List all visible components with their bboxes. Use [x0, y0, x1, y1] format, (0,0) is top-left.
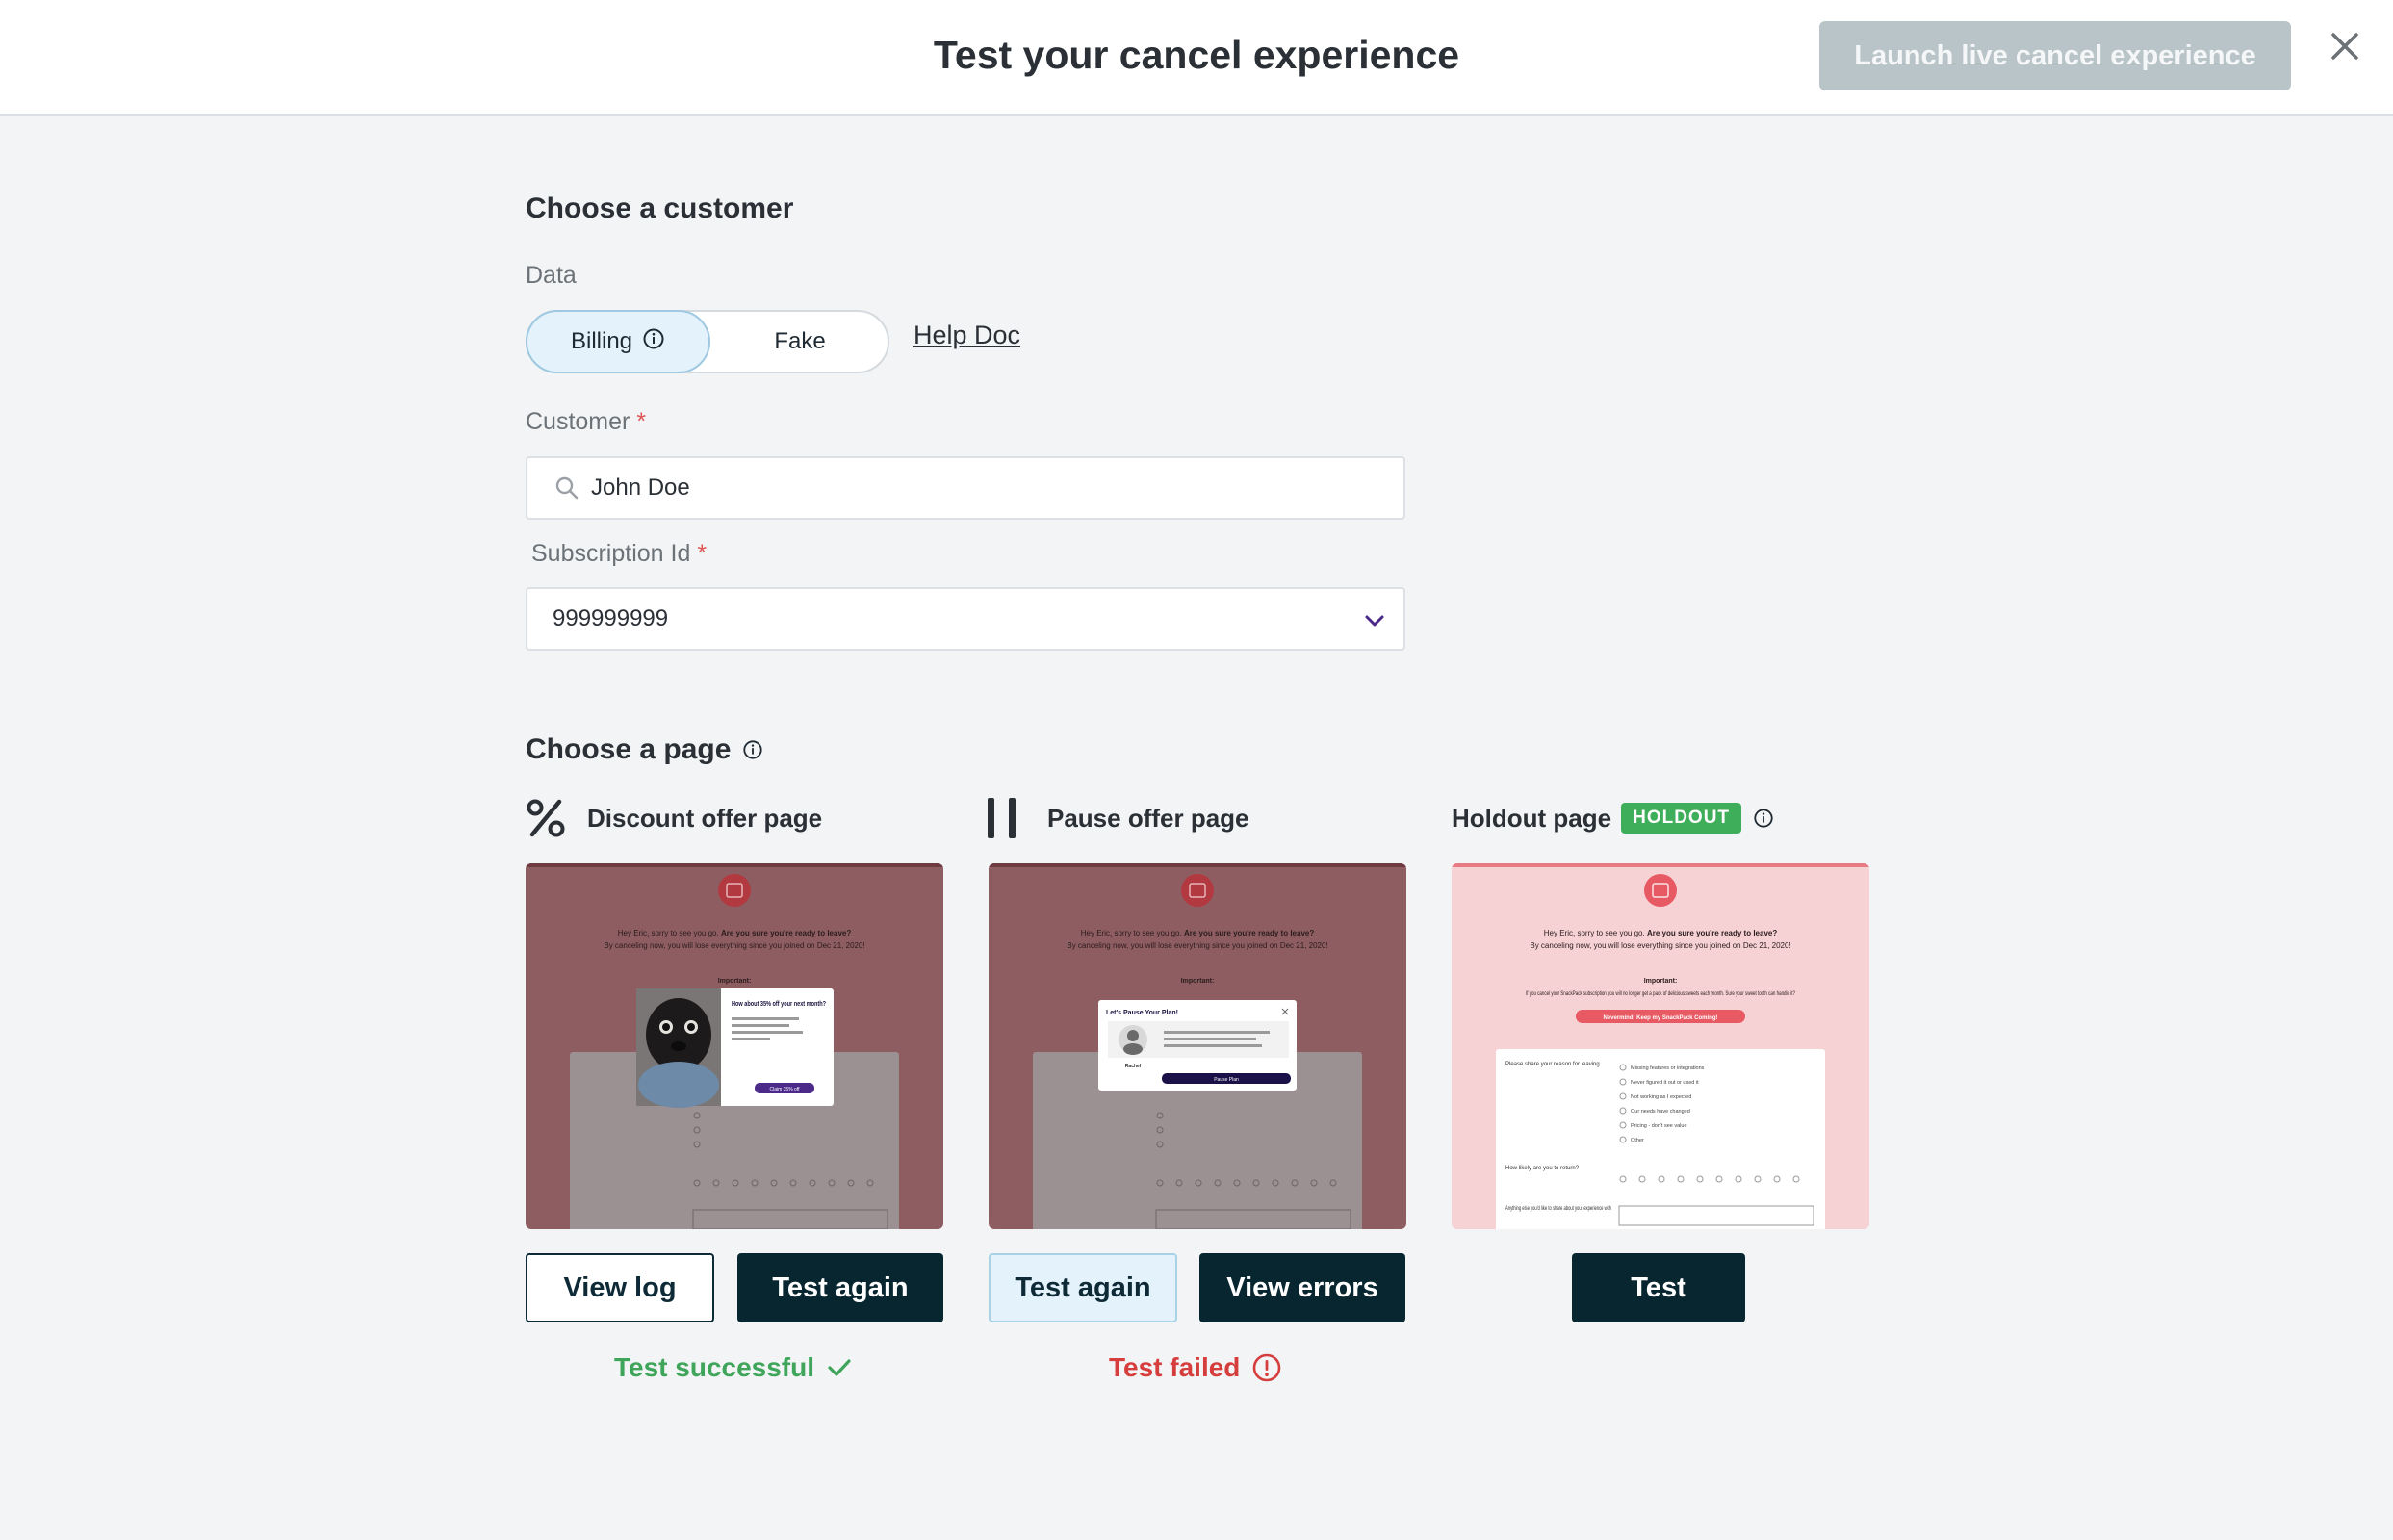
customer-label-text: Customer: [526, 408, 630, 435]
fake-option[interactable]: Fake: [710, 312, 889, 372]
pause-card-header: Pause offer page: [988, 798, 1249, 838]
subscription-select[interactable]: 999999999: [526, 587, 1405, 651]
preview-greeting: Hey Eric, sorry to see you go. Are you s…: [1544, 929, 1778, 937]
info-icon[interactable]: [1753, 808, 1774, 829]
preview-option: Missing features or integrations: [1631, 1065, 1705, 1071]
preview-greeting: Hey Eric, sorry to see you go. Are you s…: [618, 929, 852, 937]
popup-name: Rachel: [1125, 1064, 1142, 1069]
discount-card-header: Discount offer page: [526, 799, 822, 837]
data-label: Data: [526, 262, 577, 289]
chevron-down-icon: [1363, 609, 1386, 632]
test-again-button[interactable]: Test again: [989, 1253, 1177, 1322]
preview-body: If you cancel your SnackPack subscriptio…: [1526, 991, 1795, 997]
info-icon[interactable]: [642, 327, 665, 357]
test-button[interactable]: Test: [1572, 1253, 1745, 1322]
preview-reason-label: Please share your reason for leaving: [1505, 1062, 1600, 1067]
view-log-button[interactable]: View log: [526, 1253, 714, 1322]
info-icon[interactable]: [742, 739, 763, 760]
customer-label: Customer *: [526, 408, 646, 436]
status-error-text: Test failed: [1109, 1352, 1241, 1382]
discount-page-preview[interactable]: Hey Eric, sorry to see you go. Are you s…: [526, 863, 943, 1229]
required-mark: *: [636, 408, 647, 435]
preview-important: Important:: [718, 978, 752, 985]
data-source-toggle: Billing Fake: [526, 310, 889, 373]
alert-circle-icon: [1251, 1352, 1282, 1383]
top-bar: Test your cancel experience Launch live …: [0, 0, 2393, 116]
preview-subline: By canceling now, you will lose everythi…: [1067, 941, 1327, 950]
launch-live-button[interactable]: Launch live cancel experience: [1819, 21, 2291, 90]
test-again-button[interactable]: Test again: [737, 1253, 943, 1322]
pause-icon: [988, 798, 1016, 838]
pause-page-preview[interactable]: Hey Eric, sorry to see you go. Are you s…: [989, 863, 1406, 1229]
subscription-label: Subscription Id *: [531, 540, 707, 568]
view-errors-button[interactable]: View errors: [1199, 1253, 1405, 1322]
pause-card-title: Pause offer page: [1047, 803, 1249, 833]
required-mark: *: [697, 540, 708, 567]
page-section-header: Choose a page: [526, 733, 763, 766]
holdout-badge: HOLDOUT: [1621, 803, 1742, 834]
preview-pill: Nevermind! Keep my SnackPack Coming!: [1603, 1015, 1717, 1021]
percent-icon: [526, 798, 566, 838]
preview-important: Important:: [1181, 978, 1215, 985]
preview-subline: By canceling now, you will lose everythi…: [604, 941, 864, 950]
popup-button: Claim 35% off: [769, 1087, 800, 1092]
status-success: Test successful: [614, 1352, 853, 1383]
preview-subline: By canceling now, you will lose everythi…: [1530, 941, 1790, 950]
preview-return-label: How likely are you to return?: [1505, 1166, 1580, 1171]
preview-share-label: Anything else you'd like to share about …: [1505, 1206, 1611, 1212]
status-success-text: Test successful: [614, 1352, 815, 1382]
close-icon[interactable]: [2328, 29, 2362, 64]
status-error: Test failed: [1109, 1352, 1282, 1383]
customer-value: John Doe: [591, 475, 690, 500]
subscription-value: 999999999: [553, 605, 669, 631]
preview-important: Important:: [1644, 978, 1678, 985]
billing-label: Billing: [570, 328, 633, 354]
billing-option[interactable]: Billing: [526, 310, 710, 373]
preview-greeting: Hey Eric, sorry to see you go. Are you s…: [1081, 929, 1315, 937]
popup-button: Pause Plan: [1214, 1077, 1239, 1083]
check-icon: [826, 1354, 853, 1381]
holdout-page-preview[interactable]: Hey Eric, sorry to see you go. Are you s…: [1452, 863, 1869, 1229]
preview-option: Not working as I expected: [1631, 1094, 1691, 1100]
preview-option: Never figured it out or used it: [1631, 1080, 1699, 1086]
customer-search-input[interactable]: John Doe: [526, 456, 1405, 520]
preview-option: Pricing - don't see value: [1631, 1123, 1687, 1129]
discount-card-title: Discount offer page: [587, 803, 823, 833]
holdout-card-header: Holdout page HOLDOUT: [1452, 799, 1774, 837]
subscription-label-text: Subscription Id: [531, 540, 691, 567]
search-icon: [554, 475, 579, 500]
holdout-card-title: Holdout page: [1452, 803, 1612, 833]
popup-title: How about 35% off your next month?: [732, 1001, 826, 1008]
popup-title: Let's Pause Your Plan!: [1106, 1010, 1178, 1016]
preview-option: Other: [1631, 1138, 1644, 1143]
customer-section-title: Choose a customer: [526, 192, 794, 224]
page-section-title: Choose a page: [526, 733, 732, 765]
help-doc-link[interactable]: Help Doc: [913, 321, 1020, 350]
preview-option: Our needs have changed: [1631, 1109, 1690, 1115]
